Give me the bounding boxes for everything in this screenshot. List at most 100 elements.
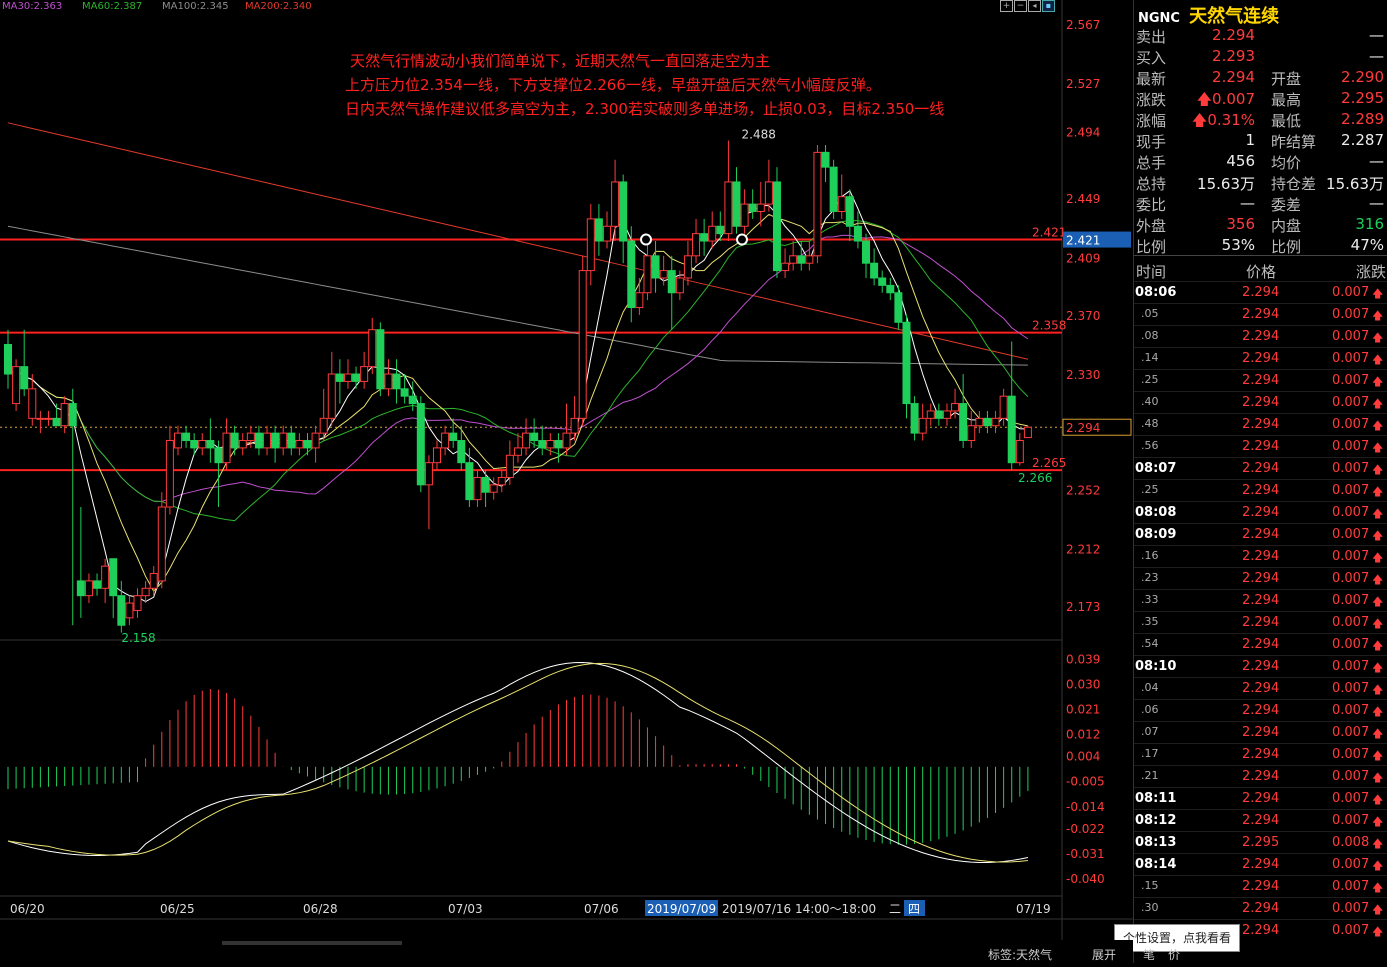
candle-body[interactable] xyxy=(44,417,53,420)
candle-body[interactable] xyxy=(505,454,514,478)
candle-body[interactable] xyxy=(732,181,741,227)
tab-expand[interactable]: 展开 xyxy=(1092,946,1116,963)
candle-body[interactable] xyxy=(983,417,992,427)
candle-body[interactable] xyxy=(772,181,781,272)
candle-body[interactable] xyxy=(198,440,207,449)
candle-body[interactable] xyxy=(853,225,862,242)
candle-body[interactable] xyxy=(870,262,879,279)
candle-body[interactable] xyxy=(311,432,320,449)
candle-body[interactable] xyxy=(724,181,733,235)
settings-icon[interactable]: ▪ xyxy=(1042,0,1055,12)
candle-body[interactable] xyxy=(376,329,385,390)
candle-body[interactable] xyxy=(384,373,393,390)
candle-body[interactable] xyxy=(756,203,765,212)
candle-body[interactable] xyxy=(93,580,102,589)
candle-body[interactable] xyxy=(141,587,150,597)
candle-body[interactable] xyxy=(627,240,636,309)
candle-body[interactable] xyxy=(303,440,312,449)
move-left-icon[interactable]: ◂ xyxy=(1028,0,1041,12)
candle-body[interactable] xyxy=(805,255,814,264)
candle-body[interactable] xyxy=(781,262,790,272)
tab-price[interactable]: 价 xyxy=(1168,946,1180,963)
candle-body[interactable] xyxy=(36,417,45,420)
candle-body[interactable] xyxy=(271,432,280,449)
candle-body[interactable] xyxy=(28,388,37,419)
zoom-in-icon[interactable]: + xyxy=(1000,0,1013,12)
candle-body[interactable] xyxy=(513,447,522,456)
candle-body[interactable] xyxy=(578,270,587,419)
candle-body[interactable] xyxy=(12,366,21,405)
candle-body[interactable] xyxy=(343,373,352,382)
candle-body[interactable] xyxy=(740,203,749,227)
candle-body[interactable] xyxy=(959,403,968,442)
candle-body[interactable] xyxy=(651,255,660,279)
candle-body[interactable] xyxy=(1007,395,1016,464)
candle-body[interactable] xyxy=(635,292,644,309)
candle-body[interactable] xyxy=(789,255,798,264)
candle-body[interactable] xyxy=(254,432,263,449)
candle-body[interactable] xyxy=(942,410,951,419)
candle-body[interactable] xyxy=(109,558,118,597)
candle-body[interactable] xyxy=(991,417,1000,427)
candle-body[interactable] xyxy=(683,255,692,279)
candle-body[interactable] xyxy=(910,403,919,434)
candle-body[interactable] xyxy=(352,373,361,382)
candle-body[interactable] xyxy=(246,432,255,442)
candle-body[interactable] xyxy=(999,395,1008,419)
candle-body[interactable] xyxy=(951,403,960,412)
candle-body[interactable] xyxy=(279,432,288,449)
kline-chart-area[interactable]: MA30:2.363 MA60:2.387 MA100:2.345 MA200:2.3… xyxy=(0,0,1133,963)
candle-body[interactable] xyxy=(837,196,846,212)
scrollbar-track[interactable] xyxy=(222,941,402,945)
candle-body[interactable] xyxy=(433,447,442,464)
candle-body[interactable] xyxy=(821,151,830,168)
candle-body[interactable] xyxy=(934,410,943,419)
candle-body[interactable] xyxy=(829,166,838,212)
candle-body[interactable] xyxy=(173,432,182,449)
candle-body[interactable] xyxy=(619,181,628,242)
candle-body[interactable] xyxy=(84,580,93,597)
candle-body[interactable] xyxy=(570,417,579,434)
candle-body[interactable] xyxy=(335,373,344,382)
candle-body[interactable] xyxy=(295,440,304,449)
candle-body[interactable] xyxy=(190,440,199,449)
candle-body[interactable] xyxy=(692,233,701,257)
candle-body[interactable] xyxy=(60,403,69,427)
candle-body[interactable] xyxy=(400,388,409,397)
candle-body[interactable] xyxy=(546,440,555,449)
candle-body[interactable] xyxy=(368,329,377,368)
candle-body[interactable] xyxy=(392,373,401,390)
candle-body[interactable] xyxy=(76,580,85,597)
candle-body[interactable] xyxy=(20,366,29,390)
candle-body[interactable] xyxy=(975,417,984,427)
candle-body[interactable] xyxy=(424,462,433,486)
candle-body[interactable] xyxy=(918,417,927,434)
candle-body[interactable] xyxy=(894,292,903,323)
candle-body[interactable] xyxy=(926,410,935,419)
candle-body[interactable] xyxy=(149,573,158,589)
candle-body[interactable] xyxy=(862,240,871,264)
candle-body[interactable] xyxy=(700,233,709,242)
candle-body[interactable] xyxy=(238,440,247,449)
candle-body[interactable] xyxy=(675,277,684,294)
candle-body[interactable] xyxy=(182,432,191,442)
candle-body[interactable] xyxy=(263,432,272,449)
candle-body[interactable] xyxy=(667,270,676,294)
candle-body[interactable] xyxy=(481,476,490,493)
candle-body[interactable] xyxy=(117,595,126,626)
candle-body[interactable] xyxy=(562,432,571,449)
candle-body[interactable] xyxy=(586,218,595,272)
candle-body[interactable] xyxy=(602,225,611,242)
candle-body[interactable] xyxy=(522,432,531,449)
candle-body[interactable] xyxy=(878,277,887,286)
candle-body[interactable] xyxy=(441,432,450,449)
candle-body[interactable] xyxy=(764,181,773,205)
candle-body[interactable] xyxy=(465,462,474,501)
candle-body[interactable] xyxy=(360,366,369,382)
chart-toolbar[interactable]: + − ◂ ▪ xyxy=(998,0,1062,12)
tab-strokes[interactable]: 笔 xyxy=(1143,946,1155,963)
candle-body[interactable] xyxy=(416,403,425,486)
candle-body[interactable] xyxy=(659,270,668,279)
candle-body[interactable] xyxy=(133,595,142,611)
candle-body[interactable] xyxy=(813,151,822,257)
